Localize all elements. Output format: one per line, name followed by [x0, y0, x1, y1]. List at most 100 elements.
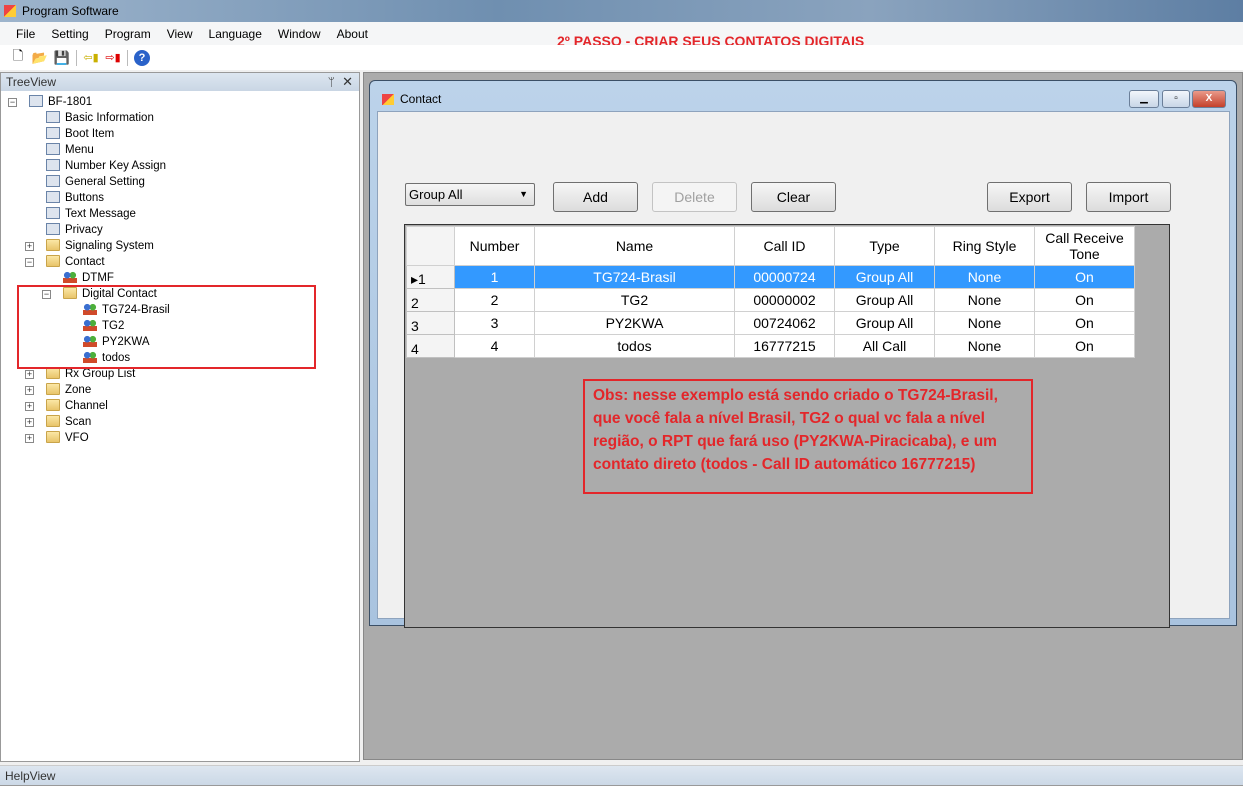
- tree-item[interactable]: Basic Information: [46, 110, 154, 126]
- cell-number[interactable]: 1: [454, 265, 535, 289]
- cell-name[interactable]: PY2KWA: [534, 311, 735, 335]
- menu-setting[interactable]: Setting: [43, 27, 96, 41]
- table-row[interactable]: ▸1 1 TG724-Brasil 00000724 Group All None On: [406, 265, 1135, 289]
- cell-ring[interactable]: None: [934, 265, 1035, 289]
- cell-tone[interactable]: On: [1034, 288, 1135, 312]
- menu-program[interactable]: Program: [97, 27, 159, 41]
- tree-item[interactable]: Text Message: [46, 206, 136, 222]
- app-icon: [4, 5, 16, 17]
- menu-window[interactable]: Window: [270, 27, 329, 41]
- tree-item-dtmf[interactable]: DTMF: [63, 270, 114, 286]
- tree-item[interactable]: Menu: [46, 142, 94, 158]
- close-icon[interactable]: ✕: [342, 73, 353, 91]
- row-header[interactable]: 4: [406, 334, 455, 358]
- row-header[interactable]: 2: [406, 288, 455, 312]
- cell-name[interactable]: TG724-Brasil: [534, 265, 735, 289]
- cell-number[interactable]: 4: [454, 334, 535, 358]
- table-row[interactable]: 4 4 todos 16777215 All Call None On: [406, 334, 1135, 358]
- maximize-button[interactable]: ▫: [1162, 90, 1190, 108]
- cell-text: 00724062: [753, 315, 816, 331]
- cell-tone[interactable]: On: [1034, 311, 1135, 335]
- app-title: Program Software: [22, 4, 119, 18]
- cell-name[interactable]: TG2: [534, 288, 735, 312]
- close-button[interactable]: X: [1192, 90, 1226, 108]
- cell-ring[interactable]: None: [934, 334, 1035, 358]
- table-row[interactable]: 2 2 TG2 00000002 Group All None On: [406, 288, 1135, 312]
- column-header-name[interactable]: Name: [534, 226, 735, 266]
- cell-ring[interactable]: None: [934, 311, 1035, 335]
- expand-icon[interactable]: +: [25, 242, 34, 251]
- add-button[interactable]: Add: [553, 182, 638, 212]
- menu-language[interactable]: Language: [201, 27, 270, 41]
- toolbar-separator: [127, 49, 128, 66]
- menu-about[interactable]: About: [329, 27, 376, 41]
- tree-item-label: Signaling System: [65, 240, 154, 252]
- save-icon[interactable]: 💾: [54, 50, 70, 66]
- keypad-icon: [46, 159, 60, 171]
- cell-type[interactable]: Group All: [834, 265, 935, 289]
- expand-icon[interactable]: +: [25, 386, 34, 395]
- open-folder-icon[interactable]: 📂: [32, 50, 48, 66]
- expand-icon[interactable]: +: [25, 370, 34, 379]
- cell-tone[interactable]: On: [1034, 334, 1135, 358]
- tree-item[interactable]: Scan: [46, 414, 91, 430]
- cell-type[interactable]: All Call: [834, 334, 935, 358]
- delete-button[interactable]: Delete: [652, 182, 737, 212]
- help-icon[interactable]: ?: [134, 49, 150, 66]
- cell-number[interactable]: 3: [454, 311, 535, 335]
- cell-type[interactable]: Group All: [834, 311, 935, 335]
- cell-text: 00000724: [753, 269, 816, 285]
- import-button[interactable]: Import: [1086, 182, 1171, 212]
- row-header[interactable]: ▸1: [406, 265, 455, 289]
- expand-icon[interactable]: +: [25, 434, 34, 443]
- tree-item-root[interactable]: BF-1801: [29, 94, 92, 110]
- clear-button[interactable]: Clear: [751, 182, 836, 212]
- cell-number[interactable]: 2: [454, 288, 535, 312]
- column-header-type[interactable]: Type: [834, 226, 935, 266]
- export-button[interactable]: Export: [987, 182, 1072, 212]
- expand-icon[interactable]: +: [25, 402, 34, 411]
- tree-item[interactable]: Boot Item: [46, 126, 114, 142]
- treeview-header: TreeView ᛘ ✕: [1, 73, 359, 91]
- pin-icon[interactable]: ᛘ: [328, 73, 335, 91]
- write-radio-icon[interactable]: ⇨▮: [105, 50, 121, 66]
- cell-ring[interactable]: None: [934, 288, 1035, 312]
- app-title-bar: Program Software: [0, 0, 1243, 22]
- cell-call-id[interactable]: 00000002: [734, 288, 835, 312]
- cell-name[interactable]: todos: [534, 334, 735, 358]
- expand-icon[interactable]: +: [25, 418, 34, 427]
- tree-item[interactable]: General Setting: [46, 174, 145, 190]
- tree-item-label: VFO: [65, 432, 89, 444]
- tree-item[interactable]: VFO: [46, 430, 89, 446]
- tree-item[interactable]: Buttons: [46, 190, 104, 206]
- tree-item[interactable]: Privacy: [46, 222, 103, 238]
- tree-item[interactable]: Channel: [46, 398, 108, 414]
- tree-item[interactable]: Zone: [46, 382, 91, 398]
- tree-item[interactable]: Contact: [46, 254, 105, 270]
- column-header-call-receive-tone[interactable]: Call Receive Tone: [1034, 226, 1135, 266]
- folder-icon: [46, 383, 60, 395]
- collapse-icon[interactable]: −: [25, 258, 34, 267]
- cell-type[interactable]: Group All: [834, 288, 935, 312]
- cell-call-id[interactable]: 00000724: [734, 265, 835, 289]
- column-header-number[interactable]: Number: [454, 226, 535, 266]
- collapse-icon[interactable]: −: [8, 98, 17, 107]
- table-row[interactable]: 3 3 PY2KWA 00724062 Group All None On: [406, 311, 1135, 335]
- type-filter-dropdown[interactable]: Group All ▼: [405, 183, 535, 206]
- new-file-icon[interactable]: 🗋: [10, 48, 26, 66]
- tree-item[interactable]: Number Key Assign: [46, 158, 166, 174]
- column-header-ring-style[interactable]: Ring Style: [934, 226, 1035, 266]
- minimize-button[interactable]: ▁: [1129, 90, 1159, 108]
- menu-view[interactable]: View: [159, 27, 201, 41]
- contact-window: Contact ▁ ▫ X Group All ▼ Add Delete Clea…: [369, 80, 1237, 628]
- column-header-call-id[interactable]: Call ID: [734, 226, 835, 266]
- menu-file[interactable]: File: [8, 27, 43, 41]
- cell-text: TG2: [620, 292, 649, 308]
- cell-call-id[interactable]: 16777215: [734, 334, 835, 358]
- tree-item[interactable]: Signaling System: [46, 238, 154, 254]
- row-header[interactable]: 3: [406, 311, 455, 335]
- cell-text: 2: [490, 292, 499, 308]
- read-radio-icon[interactable]: ⇦▮: [83, 50, 99, 66]
- cell-call-id[interactable]: 00724062: [734, 311, 835, 335]
- cell-tone[interactable]: On: [1034, 265, 1135, 289]
